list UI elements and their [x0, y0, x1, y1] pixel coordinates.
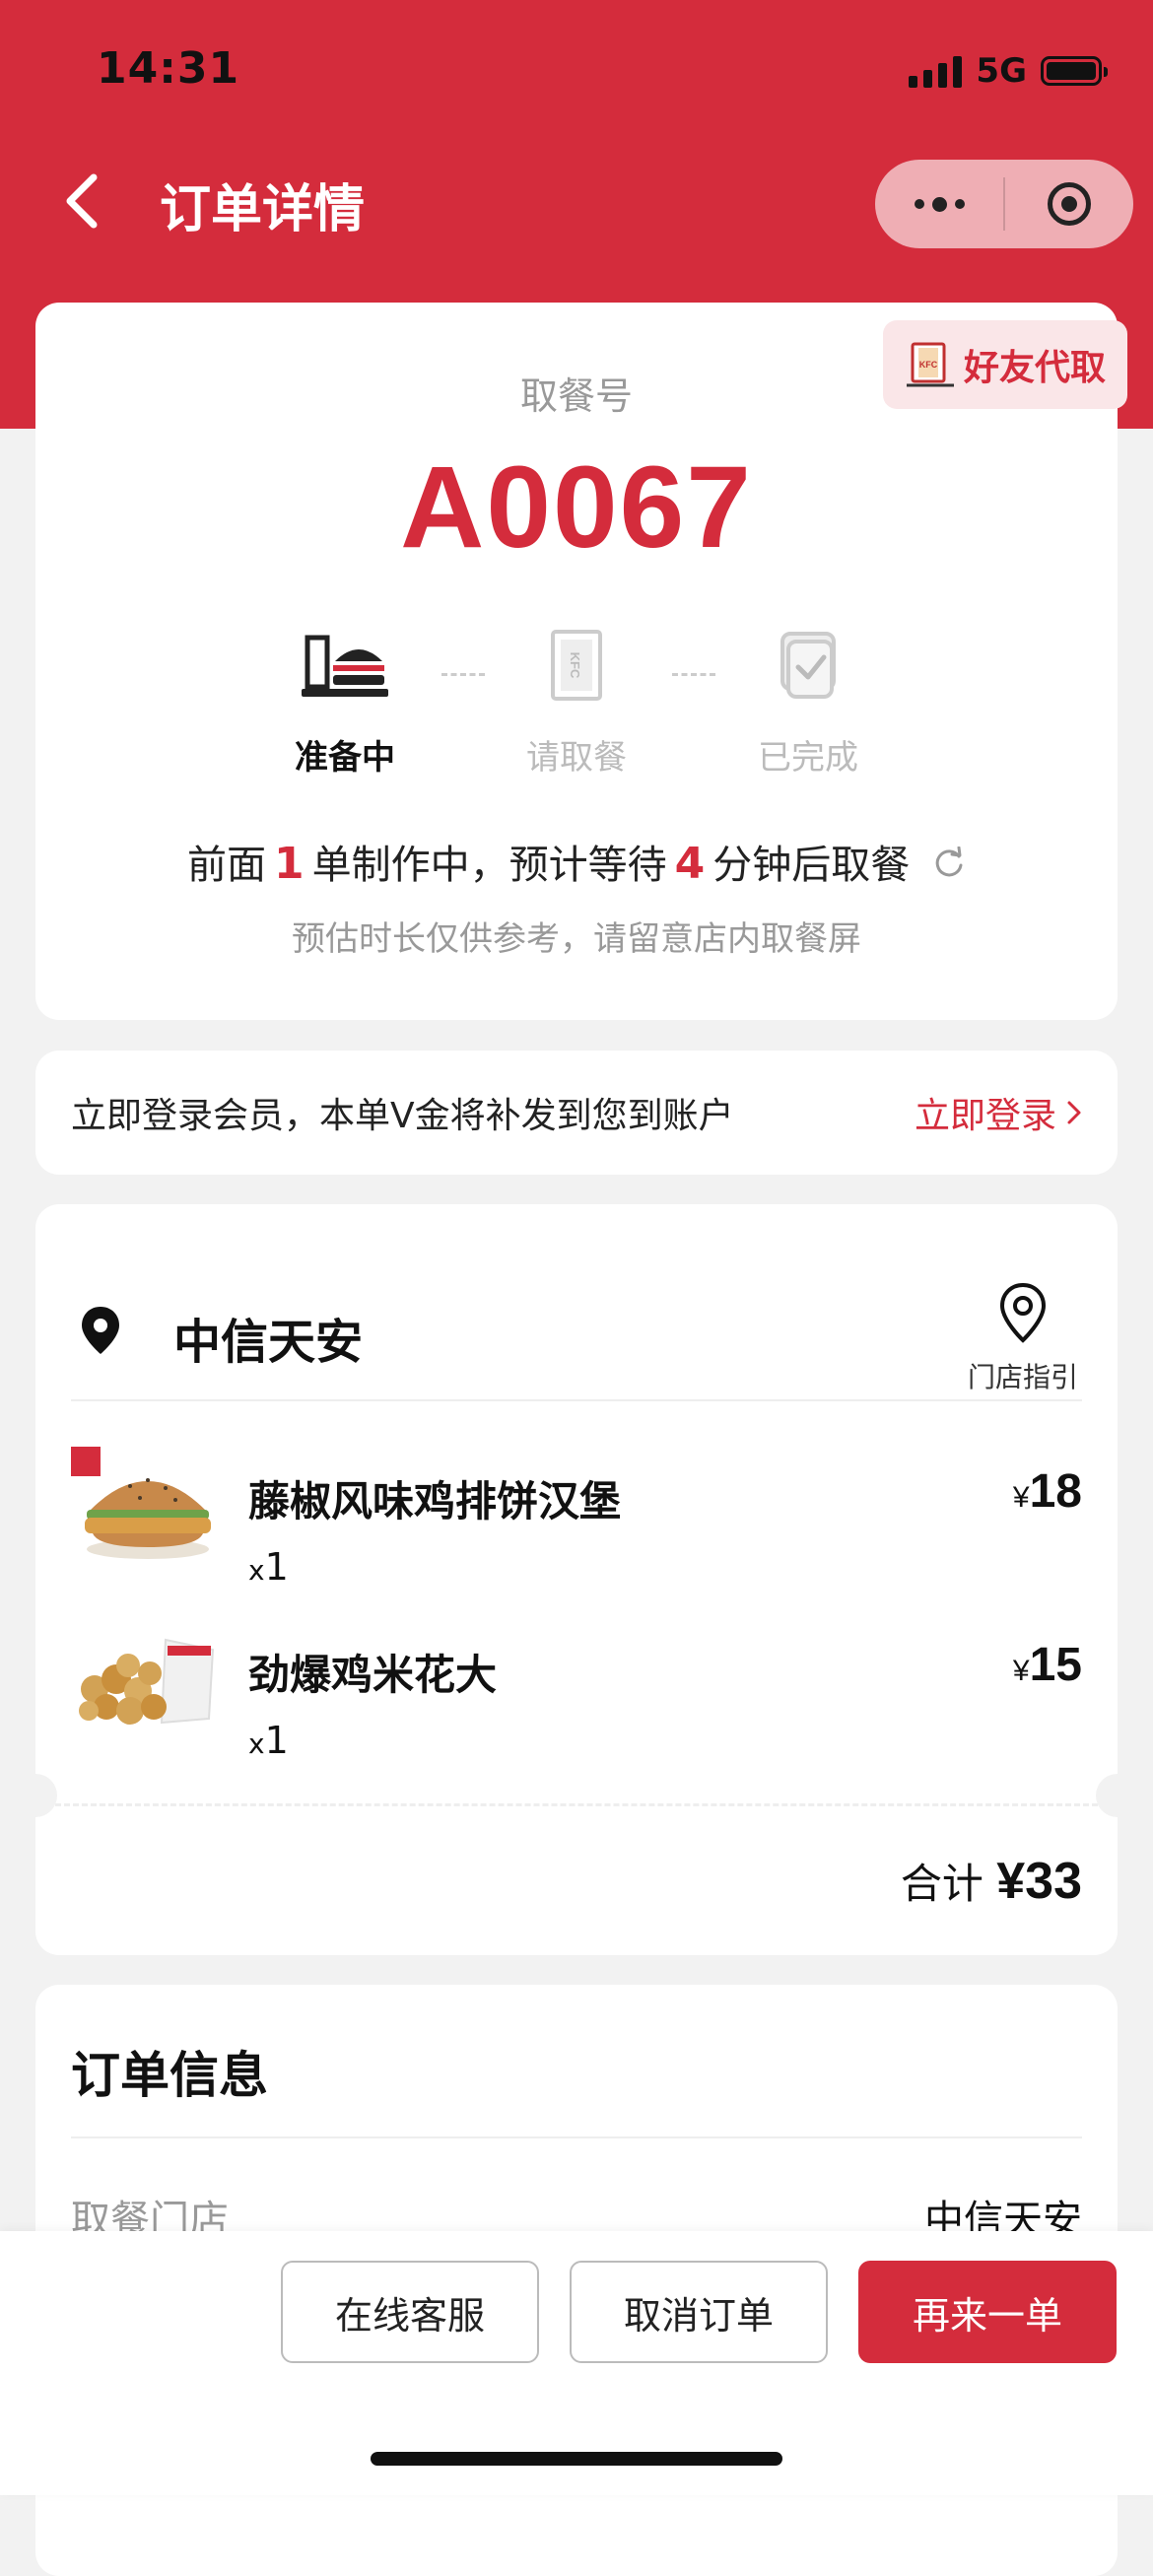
order-items-card: 中信天安 门店指引 藤椒风味鸡排饼汉堡 x1 ¥18 劲爆鸡米花大 x1 ¥15… — [35, 1204, 1118, 1955]
cancel-order-button[interactable]: 取消订单 — [570, 2261, 828, 2363]
refresh-button[interactable] — [932, 845, 966, 890]
login-banner-text: 立即登录会员，本单V金将补发到您到账户 — [71, 1096, 734, 1136]
more-dots-icon — [914, 196, 965, 212]
step-ready: KFC 请取餐 — [498, 628, 655, 779]
item-name: 劲爆鸡米花大 — [248, 1651, 498, 1699]
burger-tray-icon — [302, 635, 388, 697]
store-guide-button[interactable]: 门店指引 — [964, 1281, 1082, 1395]
divider — [71, 1399, 1082, 1401]
wait-estimate: 前面 1 单制作中，预计等待 4 分钟后取餐 — [35, 833, 1118, 890]
store-row: 中信天安 门店指引 — [71, 1244, 1082, 1393]
divider — [71, 2136, 1082, 2138]
qty-value: 1 — [264, 1545, 289, 1589]
cellular-signal-icon — [909, 54, 963, 88]
pickup-card: KFC 好友代取 取餐号 A0067 准备中 KFC 请取餐 已完成 前面 1 … — [35, 303, 1127, 1020]
navigation-bar: 订单详情 — [0, 148, 1153, 256]
order-item: 劲爆鸡米花大 x1 ¥15 — [71, 1620, 1082, 1768]
price-value: 18 — [1029, 1465, 1082, 1518]
refresh-icon — [935, 846, 963, 877]
qty-prefix: x — [248, 1554, 265, 1587]
item-quantity: x1 — [248, 1545, 289, 1589]
location-pin-icon — [82, 1307, 119, 1354]
online-service-button[interactable]: 在线客服 — [281, 2261, 539, 2363]
item-price: ¥18 — [1013, 1464, 1082, 1519]
location-outline-icon — [999, 1282, 1047, 1343]
step-connector — [672, 673, 715, 676]
wait-suffix: 分钟后取餐 — [712, 843, 911, 888]
total-amount: ¥33 — [996, 1853, 1082, 1910]
step-label: 请取餐 — [526, 738, 627, 778]
item-name: 藤椒风味鸡排饼汉堡 — [248, 1477, 622, 1525]
page-title: 订单详情 — [160, 180, 366, 239]
login-now-link[interactable]: 立即登录 — [915, 1087, 1082, 1138]
store-guide-label: 门店指引 — [967, 1361, 1078, 1393]
order-item: 藤椒风味鸡排饼汉堡 x1 ¥18 — [71, 1447, 1082, 1594]
chevron-left-icon — [66, 173, 98, 229]
wait-prefix: 前面 — [187, 843, 267, 888]
item-quantity: x1 — [248, 1719, 289, 1762]
wait-minutes: 4 — [674, 839, 706, 889]
pickup-number: A0067 — [400, 442, 753, 573]
step-label: 准备中 — [295, 738, 395, 778]
pickup-number-label: 取餐号 — [519, 374, 633, 418]
more-button[interactable] — [875, 160, 1003, 248]
orders-ahead: 1 — [274, 839, 305, 889]
wait-note: 预估时长仅供参考，请留意店内取餐屏 — [292, 919, 861, 959]
item-price: ¥15 — [1013, 1638, 1082, 1692]
order-total: 合计 ¥33 — [901, 1851, 1082, 1911]
ticket-notch-right — [1096, 1774, 1139, 1817]
close-miniapp-button[interactable] — [1005, 160, 1133, 248]
battery-icon — [1041, 56, 1108, 86]
svg-text:KFC: KFC — [568, 652, 582, 679]
step-label: 已完成 — [758, 738, 858, 778]
wait-middle: 单制作中，预计等待 — [311, 843, 667, 888]
total-label: 合计 — [900, 1860, 983, 1908]
back-button[interactable] — [51, 171, 110, 231]
burger-image — [71, 1447, 211, 1559]
currency-symbol: ¥ — [1012, 1655, 1030, 1687]
qty-prefix: x — [248, 1728, 265, 1760]
miniapp-capsule — [875, 160, 1133, 248]
status-indicators: 5G — [909, 51, 1108, 91]
network-type: 5G — [976, 51, 1027, 91]
store-name: 中信天安 — [173, 1315, 364, 1370]
member-login-banner: 立即登录会员，本单V金将补发到您到账户 立即登录 — [35, 1051, 1118, 1175]
home-indicator — [371, 2452, 782, 2466]
login-link-label: 立即登录 — [914, 1096, 1056, 1136]
checked-box-icon — [780, 632, 836, 699]
chevron-right-icon — [1067, 1101, 1081, 1124]
target-circle-icon — [1048, 182, 1091, 226]
step-connector — [441, 673, 485, 676]
kfc-bag-icon: KFC — [551, 630, 602, 701]
ticket-notch-left — [14, 1774, 57, 1817]
popcorn-chicken-image — [79, 1638, 215, 1725]
order-info-title: 订单信息 — [71, 2047, 268, 2104]
step-preparing: 准备中 — [266, 628, 424, 779]
currency-symbol: ¥ — [1012, 1481, 1030, 1514]
ticket-perforation — [55, 1803, 1098, 1806]
reorder-button[interactable]: 再来一单 — [858, 2261, 1117, 2363]
price-value: 15 — [1029, 1639, 1082, 1691]
step-completed: 已完成 — [729, 628, 887, 779]
status-time: 14:31 — [97, 43, 240, 94]
status-bar: 14:31 5G — [0, 0, 1153, 148]
qty-value: 1 — [264, 1719, 289, 1762]
